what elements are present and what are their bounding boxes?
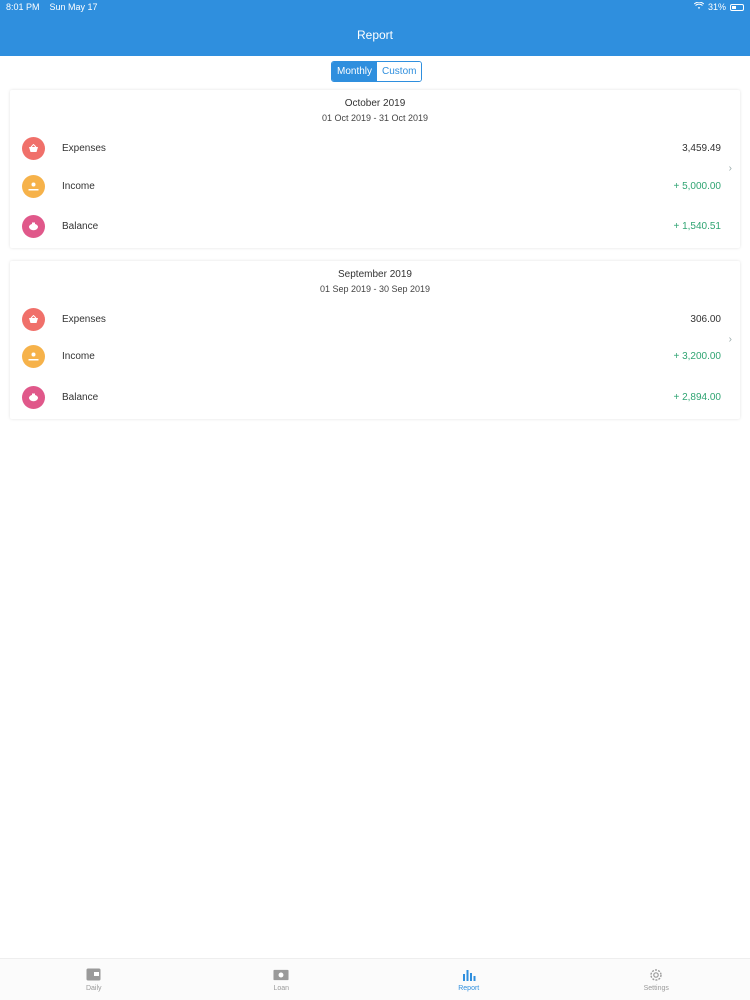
hand-coin-icon xyxy=(22,344,45,368)
report-card-october[interactable]: October 2019 01 Oct 2019 - 31 Oct 2019 E… xyxy=(10,90,740,248)
tab-report[interactable]: Report xyxy=(375,959,563,1000)
tab-label: Settings xyxy=(643,984,669,992)
wifi-icon xyxy=(693,1,705,12)
chevron-right-icon: › xyxy=(728,334,732,345)
bar-chart-icon xyxy=(461,968,477,982)
banknote-icon xyxy=(273,968,289,982)
report-date-range: 01 Oct 2019 - 31 Oct 2019 xyxy=(321,113,429,123)
tab-label: Daily xyxy=(85,984,102,992)
balance-row: Balance + 1,540.51 xyxy=(10,214,740,238)
piggy-bank-icon xyxy=(22,385,45,409)
income-row: Income + 5,000.00 xyxy=(10,174,740,198)
row-value: 306.00 xyxy=(690,313,721,325)
report-date-range: 01 Sep 2019 - 30 Sep 2019 xyxy=(319,284,431,294)
income-row: Income + 3,200.00 xyxy=(10,344,740,368)
page-title: Report xyxy=(356,28,394,42)
expenses-row: Expenses 306.00 xyxy=(10,307,740,331)
tab-daily[interactable]: Daily xyxy=(0,959,188,1000)
tab-bar: Daily Loan Report Settings xyxy=(0,958,750,1000)
balance-row: Balance + 2,894.00 xyxy=(10,385,740,409)
hand-coin-icon xyxy=(22,174,45,198)
report-month-title: September 2019 xyxy=(338,269,412,280)
nav-header: Report xyxy=(0,14,750,56)
row-label: Income xyxy=(62,350,95,362)
row-value: + 3,200.00 xyxy=(673,350,721,362)
battery-icon xyxy=(730,3,744,11)
chevron-right-icon: › xyxy=(728,163,732,174)
report-card-september[interactable]: September 2019 01 Sep 2019 - 30 Sep 2019… xyxy=(10,261,740,419)
tab-label: Loan xyxy=(273,984,290,992)
row-label: Balance xyxy=(62,391,99,403)
report-month-title: October 2019 xyxy=(344,98,406,109)
row-value: + 5,000.00 xyxy=(673,180,721,192)
piggy-bank-icon xyxy=(22,214,45,238)
gear-icon xyxy=(648,968,664,982)
status-date: Sun May 17 xyxy=(49,2,98,12)
row-value: 3,459.49 xyxy=(682,142,721,154)
segment-monthly[interactable]: Monthly xyxy=(332,62,378,81)
wallet-icon xyxy=(86,968,102,982)
row-value: + 2,894.00 xyxy=(673,391,721,403)
battery-percent: 31% xyxy=(707,2,726,12)
basket-icon xyxy=(22,136,45,160)
basket-icon xyxy=(22,307,45,331)
status-bar: 8:01 PM Sun May 17 31% xyxy=(0,0,750,14)
expenses-row: Expenses 3,459.49 xyxy=(10,136,740,160)
row-label: Expenses xyxy=(62,142,106,154)
row-label: Balance xyxy=(62,220,99,232)
tab-label: Report xyxy=(458,984,480,992)
status-time: 8:01 PM xyxy=(6,2,40,12)
row-value: + 1,540.51 xyxy=(673,220,721,232)
row-label: Income xyxy=(62,180,95,192)
tab-settings[interactable]: Settings xyxy=(563,959,750,1000)
segment-custom[interactable]: Custom xyxy=(377,62,422,81)
period-segmented-control: Monthly Custom xyxy=(331,61,423,82)
tab-loan[interactable]: Loan xyxy=(188,959,376,1000)
row-label: Expenses xyxy=(62,313,106,325)
